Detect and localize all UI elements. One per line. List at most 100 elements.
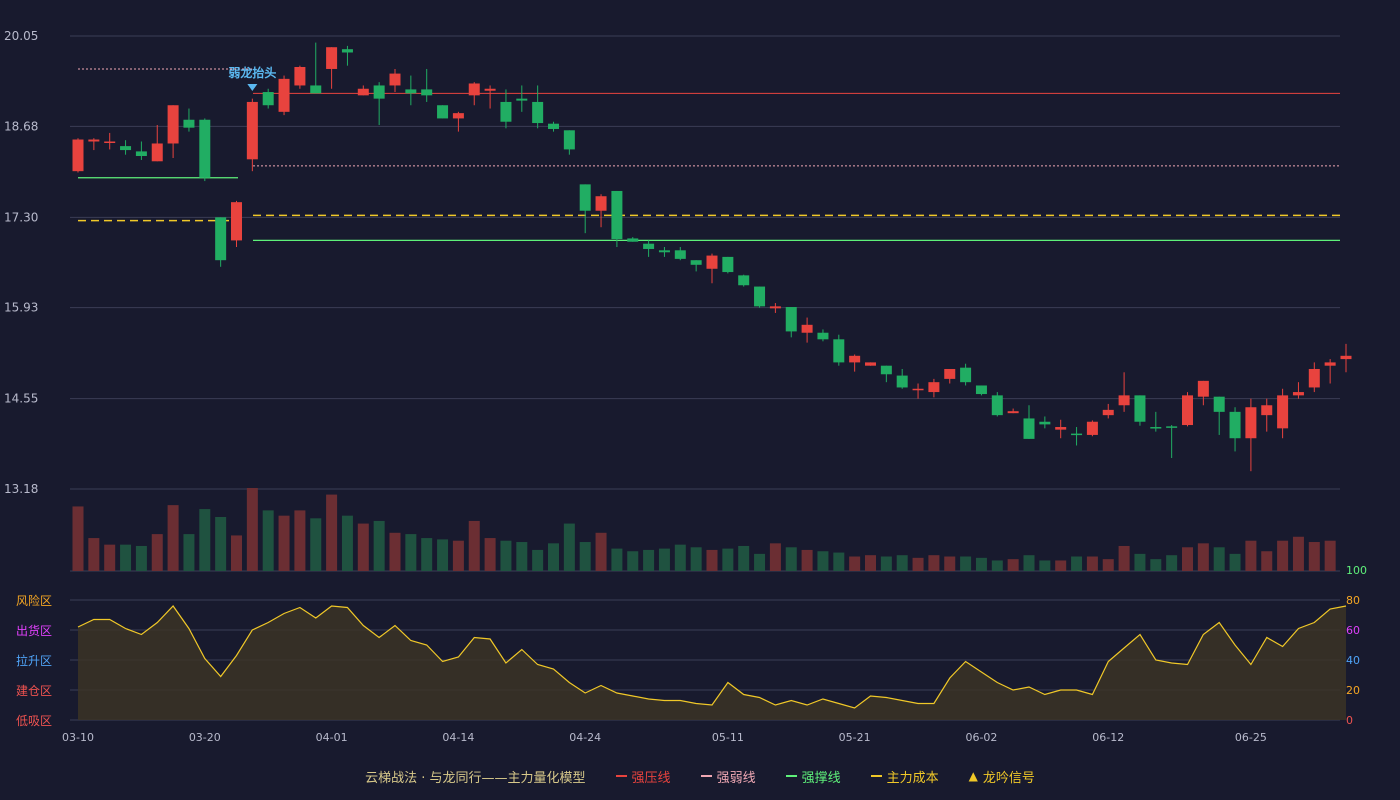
candle-body [1086, 421, 1098, 435]
volume-bar [1023, 555, 1035, 571]
legend-resistance-swatch [615, 775, 627, 777]
candle-body [849, 355, 861, 363]
legend-cost-swatch [870, 775, 882, 777]
volume-bar [563, 523, 575, 571]
volume-bar [452, 540, 464, 571]
date-tick-label: 04-24 [569, 731, 601, 744]
candle-body [912, 388, 924, 391]
price-tick-label: 18.68 [4, 119, 38, 133]
legend-weak-swatch [700, 775, 712, 777]
volume-bar [706, 549, 718, 571]
candle-body [104, 141, 116, 144]
volume-bar [104, 544, 116, 571]
volume-bar [262, 510, 274, 571]
price-tick-label: 14.55 [4, 392, 38, 406]
candle-body [991, 395, 1003, 416]
indicator-tick-label: 100 [1346, 564, 1367, 577]
candle-body [658, 250, 670, 253]
candle-body [72, 139, 84, 172]
volume-bar [1324, 540, 1336, 571]
candle-body [326, 47, 338, 69]
volume-bar [611, 548, 623, 571]
date-tick-label: 06-25 [1235, 731, 1267, 744]
volume-bar [500, 540, 512, 571]
volume-bar [722, 548, 734, 571]
candle-body [611, 190, 623, 240]
volume-bar [1277, 540, 1289, 571]
legend-signal[interactable]: ▲ 龙吟信号 [969, 767, 1035, 786]
candle-body [421, 89, 433, 96]
indicator-zone-label: 风险区 [16, 593, 52, 608]
volume-bar [785, 547, 797, 571]
volume-bar [405, 534, 417, 571]
candle-body [595, 196, 607, 211]
legend-weak-line[interactable]: 强弱线 [700, 767, 756, 786]
candle-body [1213, 396, 1225, 412]
date-tick-label: 05-11 [712, 731, 744, 744]
volume-bar [1118, 545, 1130, 571]
volume-bar [817, 551, 829, 571]
legend-support-swatch [785, 775, 797, 777]
legend-resistance[interactable]: 强压线 [615, 767, 671, 786]
candle-body [1277, 395, 1289, 429]
volume-bar [690, 547, 702, 571]
legend-cost[interactable]: 主力成本 [870, 767, 939, 786]
price-tick-label: 15.93 [4, 301, 38, 315]
candle-body [1308, 368, 1320, 388]
candle-body [1023, 418, 1035, 439]
candle-body [880, 365, 892, 375]
candle-body [1292, 392, 1304, 396]
candle-body [135, 151, 147, 157]
candle-body [674, 250, 686, 259]
candle-body [167, 105, 179, 144]
candle-body [231, 202, 242, 241]
candle-body [183, 119, 195, 128]
candle-body [975, 385, 987, 395]
volume-bar [1197, 543, 1209, 571]
candle-body [1118, 395, 1130, 406]
volume-bar [1229, 553, 1241, 571]
legend-title: 云梯战法 · 与龙同行——主力量化模型 [365, 770, 586, 786]
candle-body [1166, 426, 1178, 428]
volume-bar [548, 543, 559, 571]
date-tick-label: 06-02 [965, 731, 997, 744]
candle-body [341, 49, 353, 53]
legend-support[interactable]: 强撑线 [785, 767, 841, 786]
stock-chart: 20.05 18.68 17.30 15.93 14.55 13.18 风险区出货区拉升区建… [4, 29, 1367, 744]
volume-bar [769, 543, 781, 571]
volume-bar [294, 510, 306, 571]
date-tick-label: 03-10 [62, 731, 94, 744]
volume-bar [991, 560, 1003, 571]
volume-bar [1086, 556, 1098, 571]
indicator-panel [77, 605, 1347, 720]
volume-bar [1308, 542, 1320, 571]
volume-bar [135, 545, 147, 571]
candle-body [1197, 380, 1209, 397]
candle-body [516, 98, 528, 101]
indicator-tick-label: 0 [1346, 714, 1353, 727]
candle-body [785, 307, 797, 332]
volume-bar [246, 488, 258, 571]
volume-bar [658, 548, 670, 571]
indicator-tick-label: 20 [1346, 684, 1360, 697]
candle-body [1055, 427, 1067, 430]
volume-bar [579, 542, 591, 571]
volume-bar [341, 515, 353, 571]
volume-bar [833, 552, 845, 571]
candle-body [1071, 433, 1083, 436]
volume-bar [912, 557, 924, 571]
volume-bar [278, 515, 290, 571]
candle-body [833, 339, 845, 363]
volume-bar [484, 538, 496, 571]
volume-bar [1039, 560, 1051, 571]
volume-bar [389, 532, 401, 571]
candle-body [357, 88, 369, 96]
signal-label: 弱龙抬头 [228, 65, 276, 80]
volume-bar [865, 555, 876, 571]
candle-body [246, 101, 258, 160]
volume-bar [928, 555, 940, 571]
date-tick-label: 05-21 [839, 731, 871, 744]
volume-bar [1007, 559, 1019, 571]
volume-bar [1166, 555, 1178, 571]
volume-bar [199, 509, 211, 571]
